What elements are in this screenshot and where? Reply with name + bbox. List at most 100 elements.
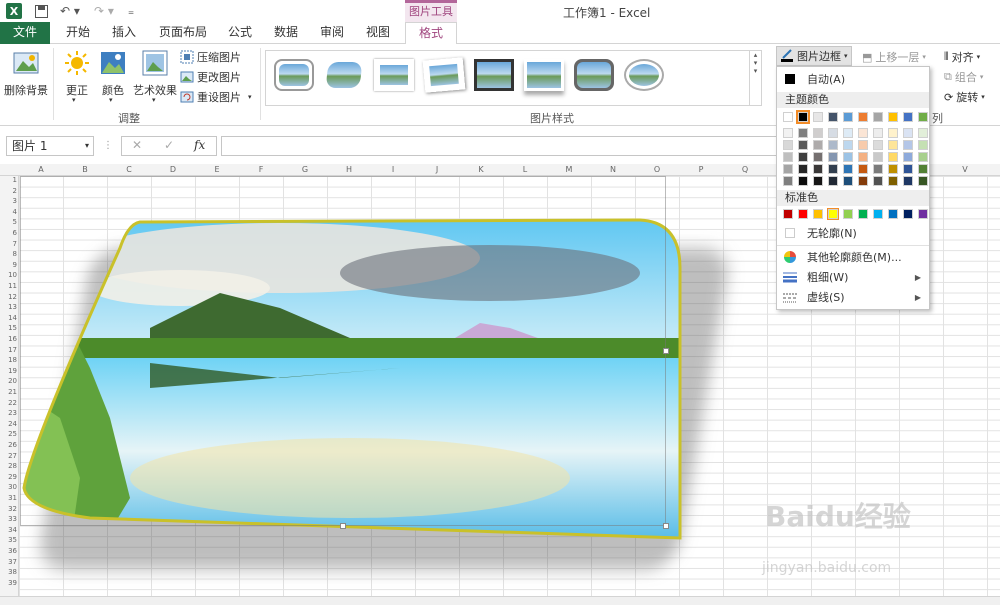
theme-shade-swatch[interactable] [903, 128, 913, 138]
column-header[interactable]: P [679, 165, 723, 174]
theme-color-swatch[interactable] [843, 112, 853, 122]
standard-color-swatch[interactable] [888, 209, 898, 219]
auto-color-item[interactable]: 自动(A) [777, 69, 929, 89]
theme-shade-swatch[interactable] [783, 152, 793, 162]
tab-file[interactable]: 文件 [0, 22, 50, 44]
theme-shade-swatch[interactable] [918, 128, 928, 138]
theme-shade-swatch[interactable] [873, 152, 883, 162]
theme-shade-swatch[interactable] [903, 176, 913, 186]
column-header[interactable]: F [239, 165, 283, 174]
row-header[interactable]: 19 [0, 367, 17, 375]
row-header[interactable]: 20 [0, 377, 17, 385]
theme-color-swatch[interactable] [858, 112, 868, 122]
theme-shade-swatch[interactable] [888, 128, 898, 138]
theme-shade-swatch[interactable] [813, 128, 823, 138]
theme-shade-swatch[interactable] [918, 152, 928, 162]
theme-shade-swatch[interactable] [888, 164, 898, 174]
theme-shade-swatch[interactable] [858, 176, 868, 186]
row-header[interactable]: 1 [0, 176, 17, 184]
tab-review[interactable]: 审阅 [312, 22, 352, 44]
column-header[interactable]: I [371, 165, 415, 174]
customize-icon[interactable]: ₌ [124, 2, 138, 20]
row-header[interactable]: 28 [0, 462, 17, 470]
column-header[interactable]: Q [723, 165, 767, 174]
row-header[interactable]: 11 [0, 282, 17, 290]
standard-color-swatch[interactable] [813, 209, 823, 219]
theme-shade-swatch[interactable] [858, 164, 868, 174]
theme-shade-swatch[interactable] [798, 128, 808, 138]
theme-shade-swatch[interactable] [798, 140, 808, 150]
theme-shade-swatch[interactable] [888, 152, 898, 162]
standard-color-swatch[interactable] [798, 209, 808, 219]
row-header[interactable]: 34 [0, 526, 17, 534]
row-header[interactable]: 21 [0, 388, 17, 396]
theme-shade-swatch[interactable] [828, 176, 838, 186]
theme-shade-swatch[interactable] [843, 128, 853, 138]
row-header[interactable]: 8 [0, 250, 17, 258]
theme-shade-swatch[interactable] [843, 140, 853, 150]
theme-color-swatch[interactable] [903, 112, 913, 122]
theme-shade-swatch[interactable] [843, 152, 853, 162]
theme-color-swatch[interactable] [873, 112, 883, 122]
picture-style-thumb[interactable] [624, 59, 664, 91]
picture-style-thumb[interactable] [374, 59, 414, 91]
column-header[interactable]: A [19, 165, 63, 174]
artistic-effects-button[interactable]: 艺术效果 ▾ [132, 48, 178, 104]
picture-style-thumb[interactable] [524, 59, 564, 91]
row-header[interactable]: 7 [0, 240, 17, 248]
row-header[interactable]: 31 [0, 494, 17, 502]
picture-style-thumb[interactable] [474, 59, 514, 91]
cancel-icon[interactable]: ✕ [132, 138, 142, 152]
resize-handle[interactable] [663, 523, 669, 529]
theme-shade-swatch[interactable] [813, 152, 823, 162]
theme-shade-swatch[interactable] [858, 152, 868, 162]
theme-color-swatch[interactable] [828, 112, 838, 122]
redo-icon[interactable]: ↷ ▾ [90, 2, 118, 20]
row-header[interactable]: 12 [0, 293, 17, 301]
theme-shade-swatch[interactable] [813, 176, 823, 186]
enter-icon[interactable]: ✓ [164, 138, 174, 152]
theme-shade-swatch[interactable] [828, 140, 838, 150]
row-header[interactable]: 23 [0, 409, 17, 417]
resize-handle[interactable] [340, 523, 346, 529]
standard-color-swatch[interactable] [827, 208, 839, 220]
row-header[interactable]: 16 [0, 335, 17, 343]
column-header[interactable]: C [107, 165, 151, 174]
row-header[interactable]: 6 [0, 229, 17, 237]
remove-background-button[interactable]: 删除背景 [3, 48, 49, 100]
row-header[interactable]: 36 [0, 547, 17, 555]
theme-shade-swatch[interactable] [828, 164, 838, 174]
row-header[interactable]: 3 [0, 197, 17, 205]
formula-input[interactable] [221, 136, 781, 156]
standard-color-swatch[interactable] [918, 209, 928, 219]
theme-shade-swatch[interactable] [783, 164, 793, 174]
theme-shade-swatch[interactable] [858, 128, 868, 138]
theme-shade-swatch[interactable] [783, 176, 793, 186]
picture-style-thumb[interactable] [574, 59, 614, 91]
column-header[interactable]: H [327, 165, 371, 174]
picture-style-thumb[interactable] [422, 57, 466, 93]
row-header[interactable]: 18 [0, 356, 17, 364]
theme-shade-swatch[interactable] [828, 152, 838, 162]
reset-picture-button[interactable]: 重设图片 ▾ [180, 88, 252, 106]
bring-forward-button[interactable]: ⬒ 上移一层 ▾ [862, 48, 926, 66]
undo-icon[interactable]: ↶ ▾ [56, 2, 84, 20]
row-header[interactable]: 30 [0, 483, 17, 491]
column-header[interactable]: L [503, 165, 547, 174]
tab-page-layout[interactable]: 页面布局 [152, 22, 214, 44]
theme-shade-swatch[interactable] [813, 164, 823, 174]
theme-color-swatch[interactable] [796, 110, 810, 124]
row-header[interactable]: 27 [0, 452, 17, 460]
corrections-button[interactable]: 更正 ▾ [60, 48, 94, 104]
tab-view[interactable]: 视图 [358, 22, 398, 44]
row-header[interactable]: 9 [0, 261, 17, 269]
standard-color-swatch[interactable] [843, 209, 853, 219]
column-header[interactable]: K [459, 165, 503, 174]
standard-color-swatch[interactable] [783, 209, 793, 219]
theme-color-swatch[interactable] [918, 112, 928, 122]
change-picture-button[interactable]: 更改图片 [180, 68, 241, 86]
theme-shade-swatch[interactable] [903, 164, 913, 174]
row-header[interactable]: 14 [0, 314, 17, 322]
column-header[interactable]: O [635, 165, 679, 174]
theme-shade-swatch[interactable] [903, 140, 913, 150]
